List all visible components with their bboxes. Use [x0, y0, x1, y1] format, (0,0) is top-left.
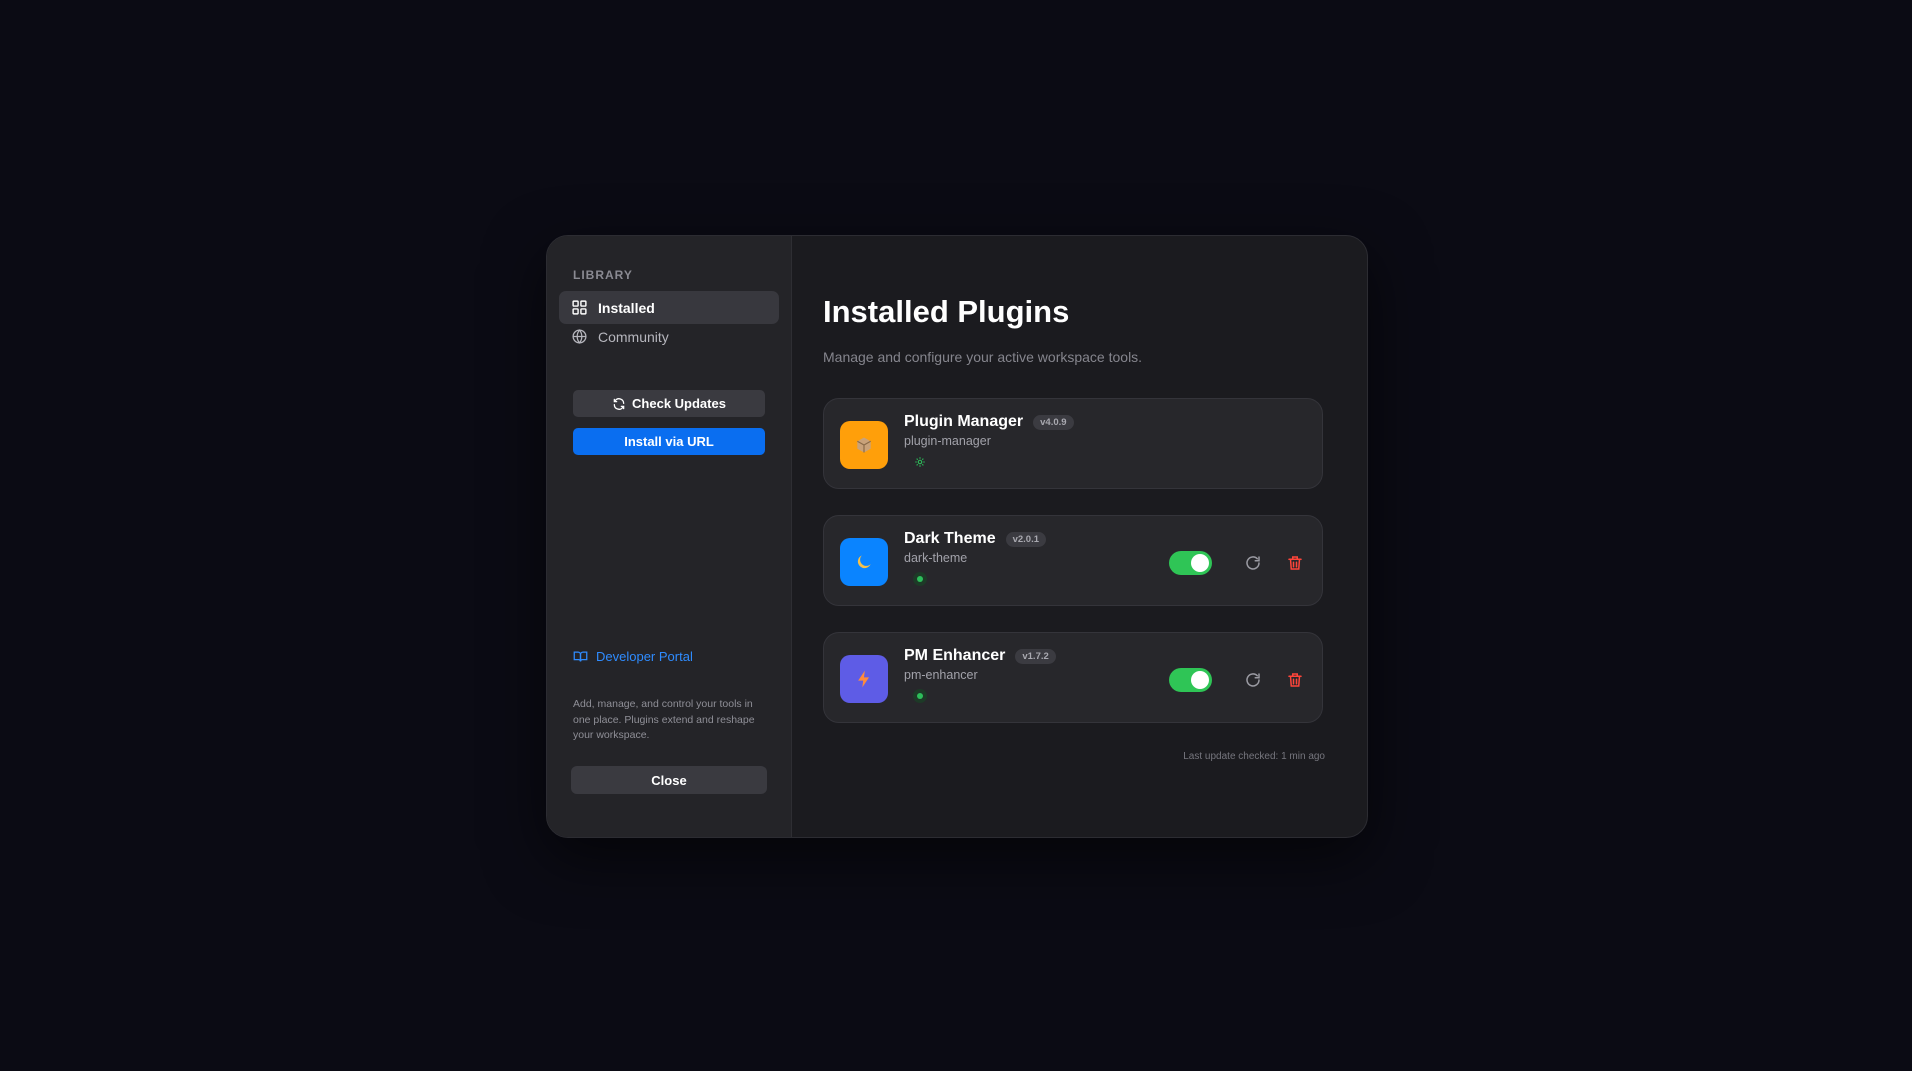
version-badge: v4.0.9: [1033, 414, 1074, 430]
plugin-slug: pm-enhancer: [904, 668, 978, 682]
main-content: Installed Plugins Manage and configure y…: [792, 236, 1367, 837]
status-indicator: [913, 572, 927, 586]
plugin-slug: dark-theme: [904, 551, 968, 565]
status-indicator: [913, 455, 927, 469]
plugin-card-pm-enhancer: PM Enhancer v1.7.2 pm-enhancer: [823, 632, 1323, 723]
sidebar-item-label: Installed: [598, 299, 655, 316]
refresh-icon: [1246, 673, 1260, 687]
version-badge: v2.0.1: [1005, 531, 1047, 547]
trash-icon: [1288, 556, 1302, 570]
status-indicator: [913, 689, 927, 703]
close-button[interactable]: Close: [571, 766, 767, 794]
plugin-icon-tile: [840, 538, 888, 586]
plugin-slug: plugin-manager: [904, 434, 991, 448]
delete-plugin-button[interactable]: [1284, 669, 1306, 691]
version-badge: v1.7.2: [1015, 648, 1056, 664]
delete-plugin-button[interactable]: [1284, 552, 1306, 574]
developer-portal-link[interactable]: Developer Portal: [573, 649, 693, 664]
plugin-icon-tile: [840, 421, 888, 469]
enable-toggle[interactable]: [1169, 668, 1212, 692]
check-updates-button[interactable]: Check Updates: [573, 390, 765, 417]
page-subtitle: Manage and configure your active workspa…: [823, 349, 1143, 365]
plugin-name: PM Enhancer: [904, 647, 1006, 664]
sidebar-description: Add, manage, and control your tools in o…: [573, 698, 755, 741]
plugin-name: Plugin Manager: [904, 413, 1024, 430]
plugin-name: Dark Theme: [904, 530, 996, 547]
moon-icon: [857, 555, 871, 569]
gear-icon: [915, 457, 925, 467]
reload-plugin-button[interactable]: [1242, 669, 1264, 691]
sidebar-item-community[interactable]: Community: [559, 320, 779, 353]
enable-toggle[interactable]: [1169, 551, 1212, 575]
book-icon: [573, 651, 588, 662]
plugin-library-modal: LIBRARY Installed Community Check Update: [546, 235, 1368, 838]
refresh-icon: [613, 397, 625, 410]
lightning-icon: [858, 670, 869, 688]
globe-icon: [572, 329, 587, 344]
grid-icon: [572, 300, 587, 315]
last-update-note: Last update checked: 1 min ago: [1183, 751, 1325, 762]
plugin-card-dark-theme: Dark Theme v2.0.1 dark-theme: [823, 515, 1323, 606]
plugin-icon-tile: [840, 655, 888, 703]
install-via-url-button[interactable]: Install via URL: [573, 428, 765, 455]
sidebar: LIBRARY Installed Community Check Update: [547, 236, 792, 837]
plugin-card-plugin-manager: Plugin Manager v4.0.9 plugin-manager: [823, 398, 1323, 489]
sidebar-section-label: LIBRARY: [573, 268, 633, 282]
package-icon: [857, 437, 871, 453]
refresh-icon: [1246, 556, 1260, 570]
screen-backdrop: LIBRARY Installed Community Check Update: [0, 0, 1912, 1071]
page-title: Installed Plugins: [823, 294, 1070, 329]
reload-plugin-button[interactable]: [1242, 552, 1264, 574]
trash-icon: [1288, 673, 1302, 687]
sidebar-item-label: Community: [598, 328, 669, 345]
